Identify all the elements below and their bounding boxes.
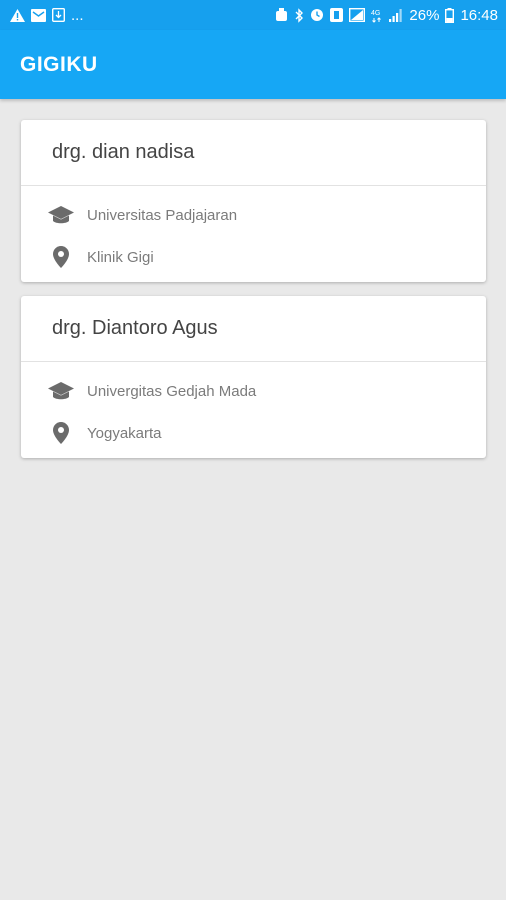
clock-time: 16:48 — [460, 6, 498, 24]
status-bar-right: 4G 26% 16:48 — [275, 7, 498, 24]
status-bar: ... 4G 26% 16:48 — [0, 0, 506, 30]
more-notifications: ... — [71, 6, 84, 24]
doctor-name: drg. dian nadisa — [21, 120, 486, 186]
battery-percent: 26% — [409, 6, 440, 24]
nfc-icon — [330, 8, 344, 22]
svg-text:4G: 4G — [371, 10, 380, 17]
graduation-cap-icon — [47, 379, 75, 403]
location-row: Yogyakarta — [21, 412, 486, 454]
education-row: Universitas Padjajaran — [21, 194, 486, 236]
bluetooth-icon — [294, 7, 304, 23]
download-icon — [52, 8, 65, 22]
map-pin-icon — [47, 421, 75, 445]
doctor-card[interactable]: drg. dian nadisa Universitas Padjajaran … — [21, 120, 486, 282]
signal-bars-icon — [389, 8, 403, 22]
app-bar: GIGIKU — [0, 30, 506, 99]
app-title: GIGIKU — [20, 52, 98, 76]
network-4g-icon: 4G — [371, 8, 383, 23]
warning-icon — [10, 8, 25, 22]
status-bar-left: ... — [10, 7, 84, 24]
map-pin-icon — [47, 245, 75, 269]
signal-icon — [349, 8, 366, 22]
battery-icon — [445, 7, 455, 23]
location-row: Klinik Gigi — [21, 236, 486, 278]
education-text: Universitas Padjajaran — [87, 206, 238, 224]
email-icon — [31, 8, 46, 22]
education-text: Univergitas Gedjah Mada — [87, 382, 257, 400]
graduation-cap-icon — [47, 203, 75, 227]
location-text: Yogyakarta — [87, 424, 162, 442]
doctor-name: drg. Diantoro Agus — [21, 296, 486, 362]
location-text: Klinik Gigi — [87, 248, 154, 266]
doctor-card[interactable]: drg. Diantoro Agus Univergitas Gedjah Ma… — [21, 296, 486, 458]
education-row: Univergitas Gedjah Mada — [21, 370, 486, 412]
clock-icon — [310, 8, 324, 22]
doctor-details: Universitas Padjajaran Klinik Gigi — [21, 186, 486, 282]
doctor-details: Univergitas Gedjah Mada Yogyakarta — [21, 362, 486, 458]
alarm-icon — [275, 8, 288, 22]
